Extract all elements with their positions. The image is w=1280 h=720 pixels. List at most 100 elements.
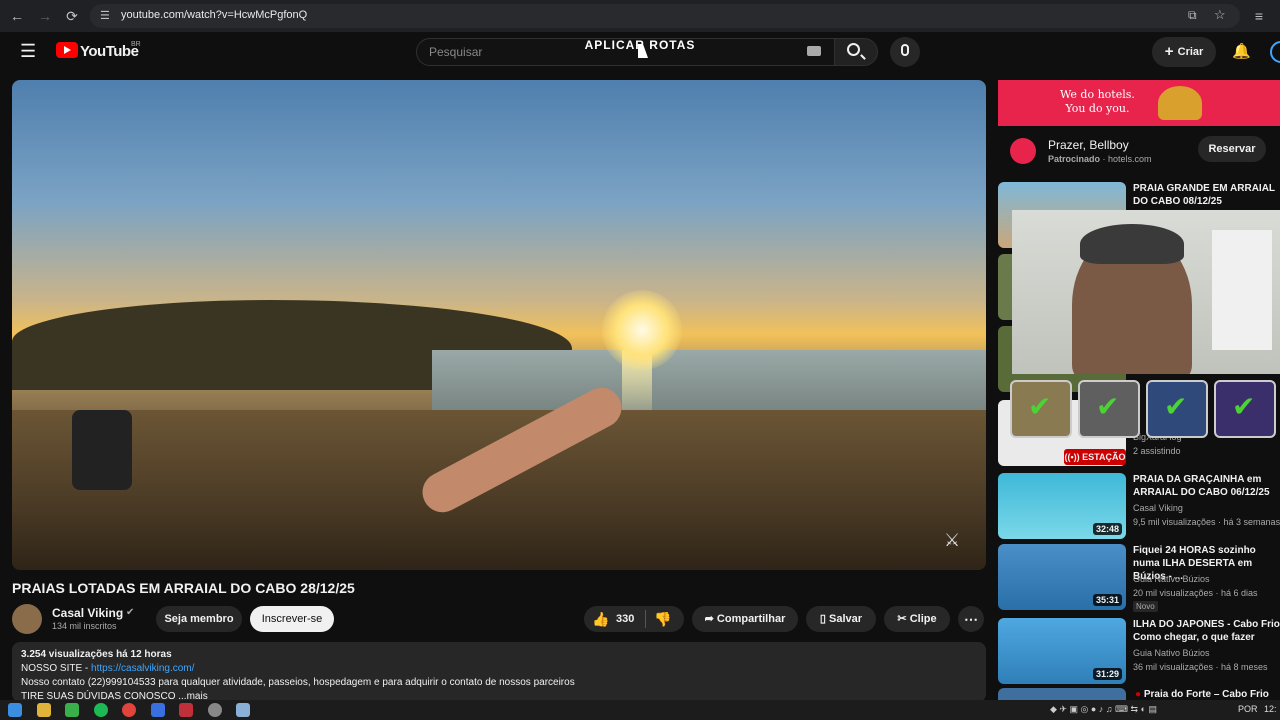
sidebar-ad[interactable]: We do hotels. You do you. Prazer, Bellbo… [998,80,1280,176]
live-badge: ((•)) ESTAÇÃO [1064,449,1126,465]
recommendation-title[interactable]: PRAIA GRANDE EM ARRAIAL DO CABO 08/12/25 [1133,182,1280,208]
route-tiles: ✔ ✔ ✔ ✔ [1010,380,1280,438]
recommendation-channel[interactable]: Guia Nativo Búzios [1133,574,1210,584]
recommendation-thumbnail[interactable] [998,688,1126,700]
description-box[interactable]: 3.254 visualizações há 12 horas NOSSO SI… [12,642,986,702]
recommendation-title-text: Praia do Forte – Cabo Frio [1143,689,1269,700]
recommendation-thumbnail[interactable]: 32:48 [998,473,1126,539]
recommendation-item[interactable]: ● Praia do Forte – Cabo Frio [998,688,1280,700]
ad-sponsor-site: hotels.com [1108,154,1152,164]
recommendation-channel[interactable]: Guia Nativo Búzios [1133,648,1210,658]
create-button[interactable]: + Criar [1152,37,1216,67]
plus-icon: + [1164,43,1178,60]
os-taskbar: ◆ ✈ ▣ ◎ ● ♪ ♫ ⌨ ⇆ ◐ ▤ POR 12: [0,700,1280,720]
notifications-bell-icon[interactable]: 🔔 [1232,42,1251,60]
search-placeholder: Pesquisar [429,45,483,59]
share-icon: ➦ [704,613,717,625]
channel-name[interactable]: Casal Viking [52,606,123,620]
route-tile: ✔ [1146,380,1208,438]
save-button[interactable]: ▯ Salvar [806,606,876,632]
save-label: Salvar [829,613,863,625]
reload-icon[interactable]: ⟳ [63,7,81,25]
file-explorer-icon[interactable] [37,703,51,717]
subscribe-button[interactable]: Inscrever-se [250,606,334,632]
streamer-cap [1080,224,1184,264]
voice-search-button[interactable] [890,37,920,67]
url-text: youtube.com/watch?v=HcwMcPgfonQ [121,9,308,21]
obs-icon[interactable] [208,703,222,717]
bookmark-star-icon[interactable]: ☆ [1214,7,1226,23]
install-app-icon[interactable]: ⧉ [1188,8,1197,23]
channel-avatar[interactable] [12,604,42,634]
region-code: BR [131,41,141,48]
background-poster [1212,230,1272,350]
site-link[interactable]: https://casalviking.com/ [91,663,194,674]
video-player[interactable]: ⚔ [12,80,986,570]
like-divider [645,610,646,628]
recommendation-channel[interactable]: Casal Viking [1133,503,1183,513]
share-label: Compartilhar [716,613,786,625]
site-label: NOSSO SITE - [21,663,92,674]
ad-banner-text: We do hotels. You do you. [1060,88,1135,116]
video-duration: 32:48 [1092,523,1122,535]
site-line: NOSSO SITE - https://casalviking.com/ [21,662,977,676]
video-sun [602,290,682,370]
ad-sponsor: Patrocinado · hotels.com [1048,154,1152,164]
dislike-icon[interactable]: 👎 [654,606,671,632]
taskbar-app-icon[interactable] [179,703,193,717]
youtube-logo-text[interactable]: YouTube [80,43,139,60]
join-button[interactable]: Seja membro [156,606,242,632]
ad-banner-line1: We do hotels. [1060,88,1135,101]
address-bar[interactable]: ☰ youtube.com/watch?v=HcwMcPgfonQ ⧉ ☆ [90,4,1240,28]
recommendation-title[interactable]: PRAIA DA GRAÇAINHA em ARRAIAL DO CABO 06… [1133,473,1280,499]
notepad-icon[interactable] [236,703,250,717]
back-icon[interactable]: ← [8,7,26,25]
view-count-date: 3.254 visualizações há 12 horas [21,649,172,660]
like-icon[interactable]: 👍 [592,606,609,632]
more-actions-icon[interactable]: ⋯ [958,606,984,632]
mouse-cursor-icon [638,44,648,58]
ad-banner[interactable]: We do hotels. You do you. [998,80,1280,126]
hotels-logo-icon [1010,138,1036,164]
site-settings-icon[interactable]: ☰ [100,9,110,22]
create-label: Criar [1177,46,1204,58]
recommendation-item[interactable]: 32:48 PRAIA DA GRAÇAINHA em ARRAIAL DO C… [998,473,1280,539]
youtube-logo-icon[interactable] [56,42,78,58]
keyboard-icon[interactable] [807,46,821,56]
spotify-icon[interactable] [94,703,108,717]
search-button[interactable] [834,38,878,66]
start-menu-icon[interactable] [8,703,22,717]
taskbar-app-icon[interactable] [151,703,165,717]
webcam-overlay [1012,210,1280,374]
recommendation-title[interactable]: ● Praia do Forte – Cabo Frio [1135,688,1280,700]
recommendation-meta: 20 mil visualizações · há 6 dias [1133,588,1258,598]
taskbar-app-icon[interactable] [65,703,79,717]
route-tile: ✔ [1010,380,1072,438]
system-tray-icons[interactable]: ◆ ✈ ▣ ◎ ● ♪ ♫ ⌨ ⇆ ◐ ▤ [1050,704,1157,715]
verified-badge-icon: ✔ [126,607,135,618]
video-phone [72,410,132,490]
hamburger-menu-icon[interactable]: ☰ [20,42,36,60]
clip-button[interactable]: ✂ Clipe [884,606,950,632]
forward-icon[interactable]: → [36,7,54,25]
video-duration: 31:29 [1092,668,1122,680]
recommendation-title[interactable]: ILHA DO JAPONES - Cabo Frio Como chegar,… [1133,618,1280,644]
microphone-icon [901,44,909,56]
save-icon: ▯ [819,613,830,625]
new-badge: Novo [1133,601,1158,612]
recommendation-thumbnail[interactable]: 31:29 [998,618,1126,684]
recommendation-item[interactable]: 31:29 ILHA DO JAPONES - Cabo Frio Como c… [998,618,1280,684]
account-avatar[interactable] [1270,41,1280,63]
chrome-icon[interactable] [122,703,136,717]
reserve-button[interactable]: Reservar [1198,136,1266,162]
recommendation-thumbnail[interactable]: 35:31 [998,544,1126,610]
like-count[interactable]: 330 [616,606,634,632]
input-language[interactable]: POR [1238,704,1258,714]
share-button[interactable]: ➦ Compartilhar [692,606,798,632]
contact-line: Nosso contato (22)999104533 para qualque… [21,677,575,688]
recommendation-item[interactable]: 35:31 Fiquei 24 HORAS sozinho numa ILHA … [998,544,1280,612]
channel-watermark-icon: ⚔ [944,530,961,550]
browser-menu-icon[interactable]: ≡ [1250,7,1268,25]
ad-title[interactable]: Prazer, Bellboy [1048,138,1129,152]
taskbar-clock[interactable]: 12: [1264,704,1277,714]
